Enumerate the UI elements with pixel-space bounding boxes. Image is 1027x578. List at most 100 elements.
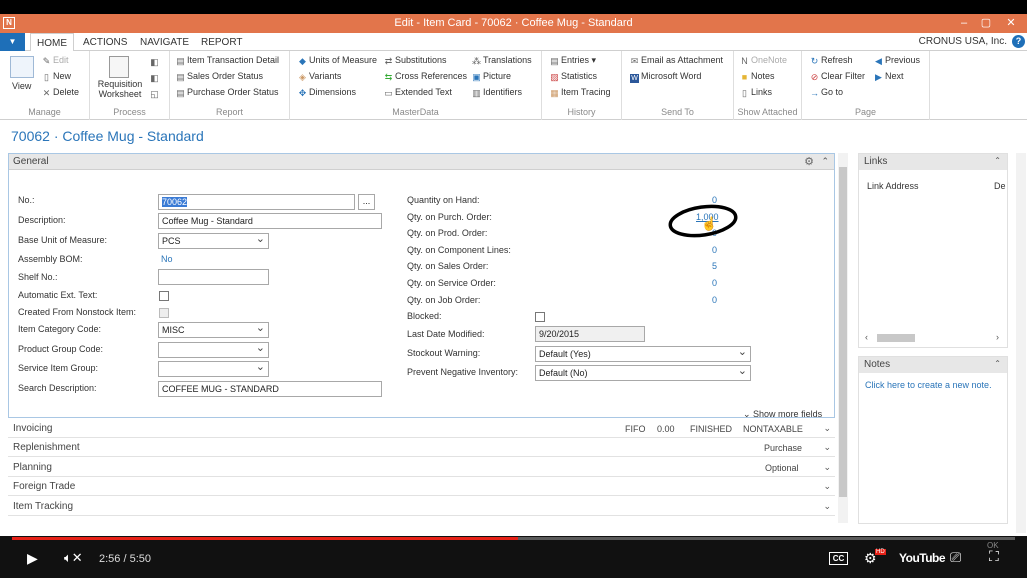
factbox-scrollbar[interactable] [1016, 153, 1026, 533]
view-button[interactable]: View [12, 81, 31, 92]
onenote-label: OneNote [751, 55, 788, 65]
tab-actions[interactable]: ACTIONS [83, 37, 127, 48]
youtube-logo[interactable]: YouTube [899, 551, 946, 565]
shelf-no-field[interactable] [158, 269, 269, 285]
qty-on-job-order-value[interactable]: 0 [712, 295, 717, 305]
fullscreen-icon[interactable]: ⛶ [989, 548, 999, 565]
mute-icon[interactable]: 🔈︎✕ [64, 550, 83, 566]
no-lookup-button[interactable]: ... [358, 194, 375, 210]
extended-text-button[interactable]: ▭ Extended Text [384, 87, 452, 98]
base-unit-select[interactable]: PCS [158, 233, 269, 249]
qty-on-sales-order-value[interactable]: 5 [712, 261, 717, 271]
process-action-3-icon[interactable]: ◱ [150, 88, 161, 99]
onenote-button[interactable]: N OneNote [740, 55, 787, 66]
expand-chevron-icon[interactable]: ⌄ [823, 501, 831, 512]
notes-header[interactable]: Notes ⌃ [859, 357, 1007, 373]
collapse-chevron-icon[interactable]: ⌃ [994, 156, 1001, 165]
expand-chevron-icon[interactable]: ⌄ [823, 481, 831, 492]
expand-chevron-icon[interactable]: ⌄ [823, 423, 831, 434]
captions-icon[interactable]: CC [829, 552, 848, 565]
tab-report[interactable]: REPORT [201, 37, 243, 48]
refresh-button[interactable]: ↻ Refresh [810, 55, 853, 66]
expand-chevron-icon[interactable]: ⌄ [823, 462, 831, 473]
replenishment-fasttab[interactable]: Replenishment Purchase ⌄ [8, 438, 835, 457]
automatic-ext-text-checkbox[interactable] [159, 291, 169, 301]
close-button[interactable]: ✕ [1000, 15, 1022, 32]
customize-icon[interactable]: ⚙ [804, 155, 814, 168]
requisition-worksheet-button[interactable]: Requisition Worksheet [96, 79, 144, 99]
previous-button[interactable]: ◀ Previous [874, 55, 920, 66]
entries-button[interactable]: ▤ Entries ▾ [550, 55, 596, 66]
item-tracing-button[interactable]: ▦ Item Tracing [550, 87, 610, 98]
restore-button[interactable]: ▢ [975, 15, 997, 32]
identifiers-button[interactable]: ▥ Identifiers [472, 87, 522, 98]
links-header[interactable]: Links ⌃ [859, 154, 1007, 170]
new-button[interactable]: ▯ New [42, 71, 71, 82]
qty-on-component-lines-value[interactable]: 0 [712, 245, 717, 255]
process-action-1-icon[interactable]: ◧ [150, 56, 161, 67]
microsoft-word-button[interactable]: W Microsoft Word [630, 71, 701, 83]
next-button[interactable]: ▶ Next [874, 71, 903, 82]
collapse-chevron-icon[interactable]: ⌃ [994, 359, 1001, 368]
scroll-left-icon[interactable]: ‹ [865, 332, 868, 342]
assembly-bom-value[interactable]: No [161, 254, 173, 264]
prevent-negative-inventory-select[interactable]: Default (No) [535, 365, 751, 381]
variants-button[interactable]: ◈ Variants [298, 71, 341, 82]
arrow-right-icon: → [810, 88, 819, 98]
play-icon[interactable]: ▶ [27, 550, 38, 567]
application-menu-button[interactable]: ▼ [0, 33, 25, 51]
statistics-button[interactable]: ▨ Statistics [550, 71, 597, 82]
purchase-order-status-button[interactable]: ▤ Purchase Order Status [176, 87, 278, 98]
help-icon[interactable]: ? [1012, 35, 1025, 48]
edit-button[interactable]: ✎ Edit [42, 55, 69, 66]
process-action-2-icon[interactable]: ◧ [150, 72, 161, 83]
substitutions-button[interactable]: ⇄ Substitutions [384, 55, 447, 66]
expand-chevron-icon[interactable]: ⌄ [823, 442, 831, 453]
tab-home[interactable]: HOME [30, 33, 74, 52]
invoicing-fasttab[interactable]: Invoicing FIFO 0.00 FINISHED NONTAXABLE … [8, 419, 835, 438]
create-note-link[interactable]: Click here to create a new note. [865, 380, 992, 390]
sales-order-status-button[interactable]: ▤ Sales Order Status [176, 71, 263, 82]
new-label: New [53, 71, 72, 81]
service-item-group-select[interactable] [158, 361, 269, 377]
entries-icon: ▤ [550, 56, 559, 66]
product-group-code-select[interactable] [158, 342, 269, 358]
translations-button[interactable]: ⁂ Translations [472, 55, 532, 66]
foreign-trade-fasttab[interactable]: Foreign Trade ⌄ [8, 477, 835, 496]
general-header[interactable]: General ⚙ ⌃ [9, 154, 834, 170]
minimize-button[interactable]: – [953, 15, 975, 32]
item-category-code-select[interactable]: MISC [158, 322, 269, 338]
dimensions-button[interactable]: ✥ Dimensions [298, 87, 356, 98]
no-field[interactable]: 70062 [158, 194, 355, 210]
blocked-checkbox[interactable] [535, 312, 545, 322]
item-tracking-fasttab[interactable]: Item Tracking ⌄ [8, 497, 835, 516]
description-field[interactable]: Coffee Mug - Standard [158, 213, 382, 229]
main-scrollbar-thumb[interactable] [839, 167, 847, 497]
cross-references-button[interactable]: ⇆ Cross References [384, 71, 467, 82]
links-horizontal-scrollbar[interactable]: ‹ › [863, 332, 1003, 344]
view-icon[interactable] [10, 56, 34, 78]
extended-text-label: Extended Text [395, 87, 452, 97]
clear-filter-button[interactable]: ⊘ Clear Filter [810, 71, 865, 82]
video-progress-bar[interactable] [12, 537, 1015, 540]
planning-fasttab[interactable]: Planning Optional ⌄ [8, 458, 835, 477]
qty-on-service-order-value[interactable]: 0 [712, 278, 717, 288]
picture-button[interactable]: ▣ Picture [472, 71, 511, 82]
email-icon: ✉ [630, 56, 639, 66]
delete-button[interactable]: ✕ Delete [42, 87, 79, 98]
tab-navigate[interactable]: NAVIGATE [140, 37, 189, 48]
company-name[interactable]: CRONUS USA, Inc. [919, 36, 1007, 47]
stockout-warning-select[interactable]: Default (Yes) [535, 346, 751, 362]
email-as-attachment-button[interactable]: ✉ Email as Attachment [630, 55, 723, 66]
main-scrollbar[interactable] [838, 153, 848, 523]
collapse-chevron-icon[interactable]: ⌃ [821, 156, 829, 167]
item-transaction-detail-button[interactable]: ▤ Item Transaction Detail [176, 55, 279, 66]
units-of-measure-button[interactable]: ◆ Units of Measure [298, 55, 377, 66]
scroll-right-icon[interactable]: › [996, 332, 999, 342]
cast-icon[interactable]: ⎚ [950, 549, 961, 566]
search-description-field[interactable]: COFFEE MUG - STANDARD [158, 381, 382, 397]
links-scrollbar-thumb[interactable] [877, 334, 915, 342]
notes-button[interactable]: ■ Notes [740, 71, 775, 82]
links-button[interactable]: ▯ Links [740, 87, 772, 98]
go-to-button[interactable]: → Go to [810, 87, 843, 98]
